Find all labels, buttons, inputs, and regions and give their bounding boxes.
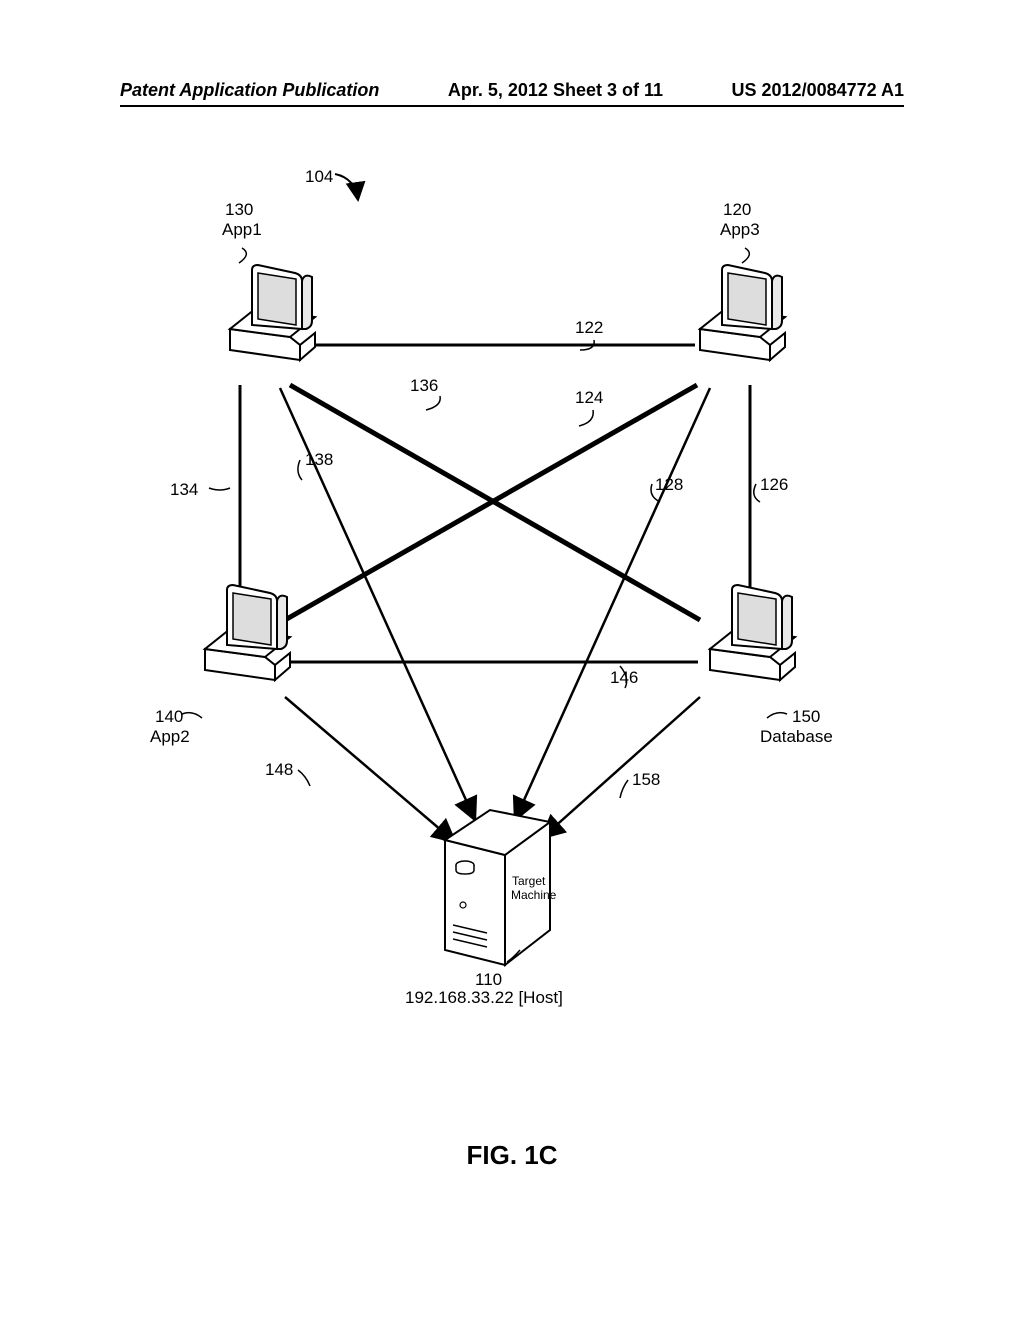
svg-text:Machine: Machine xyxy=(511,888,557,902)
header-publication: Patent Application Publication xyxy=(120,80,379,101)
diagram-svg: Target Machine xyxy=(180,170,840,1070)
workstation-icon-150 xyxy=(710,585,795,680)
header-docnumber: US 2012/0084772 A1 xyxy=(732,80,904,101)
workstation-icon-140 xyxy=(205,585,290,680)
workstation-icon-120 xyxy=(700,265,785,360)
server-icon-110: Target Machine xyxy=(445,810,557,965)
header-rule xyxy=(120,105,904,107)
figure-label: FIG. 1C xyxy=(0,1140,1024,1171)
workstation-icon-130 xyxy=(230,265,315,360)
svg-text:Target: Target xyxy=(512,874,546,888)
diagram-fig1c: 104 130 App1 120 App3 122 136 124 134 13… xyxy=(180,170,840,1070)
header-date-sheet: Apr. 5, 2012 Sheet 3 of 11 xyxy=(448,80,663,101)
